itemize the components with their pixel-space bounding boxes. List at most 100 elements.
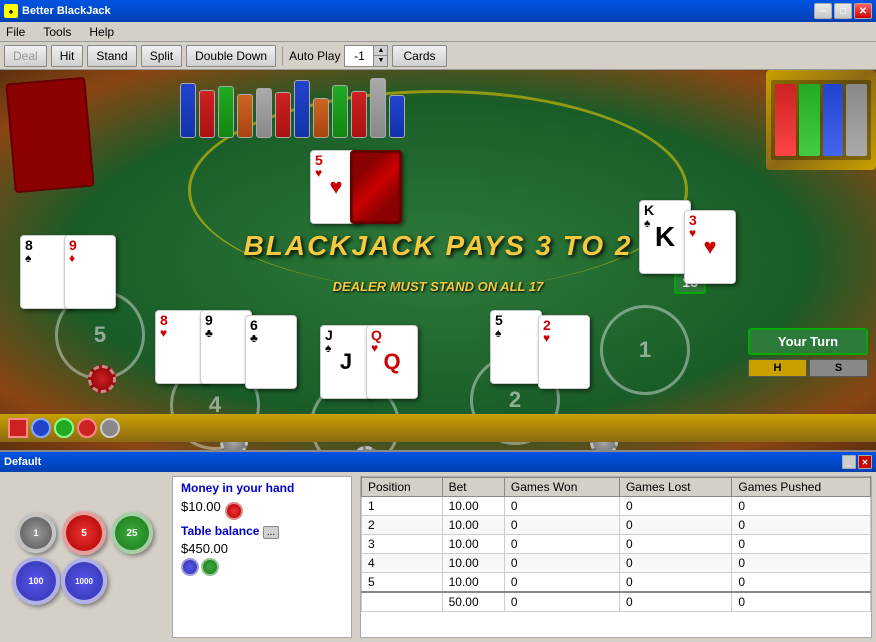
hit-button[interactable]: Hit [51, 45, 84, 67]
autoplay-spinner[interactable]: ▲ ▼ [344, 45, 388, 67]
info-panel-title: Default [4, 456, 41, 468]
chip-stack-red2 [275, 92, 291, 138]
chip-stack-blue2 [294, 80, 310, 138]
double-down-button[interactable]: Double Down [186, 45, 276, 67]
row-bet: 10.00 [442, 554, 504, 573]
dealer-stand-text: DEALER MUST STAND ON ALL 17 [333, 279, 544, 294]
chip-display: 1 5 25 100 1000 [14, 511, 154, 603]
table-row: 4 10.00 0 0 0 [362, 554, 871, 573]
rail-chip-1 [8, 418, 28, 438]
balance-chip-green [201, 558, 219, 576]
minimize-button[interactable]: ─ [814, 3, 832, 19]
chip-1000[interactable]: 1000 [61, 558, 107, 604]
total-label [362, 592, 443, 612]
table-row: 2 10.00 0 0 0 [362, 516, 871, 535]
pos3-card-2-rank: Q [371, 328, 382, 342]
toolbar-separator [282, 47, 283, 65]
row-bet: 10.00 [442, 516, 504, 535]
row-won: 0 [504, 535, 619, 554]
stats-total-row: 50.00 0 0 0 [362, 592, 871, 612]
dealer-card-1-center: ♥ [329, 174, 342, 200]
dealer-card-1-suit: ♥ [315, 167, 322, 179]
pos3-card-1-rank: J [325, 328, 333, 342]
tray-chip-blue [823, 84, 844, 156]
money-in-hand-amount: $10.00 [181, 499, 221, 514]
titlebar-buttons: ─ □ ✕ [814, 3, 872, 19]
pos4-card-3-rank: 6 [250, 318, 258, 332]
col-bet: Bet [442, 478, 504, 497]
spin-down-button[interactable]: ▼ [373, 56, 387, 66]
info-minimize-button[interactable]: _ [842, 455, 856, 469]
menu-file[interactable]: File [2, 23, 29, 41]
cards-button[interactable]: Cards [392, 45, 446, 67]
chip-stack-blue3 [389, 95, 405, 138]
row-position: 4 [362, 554, 443, 573]
table-row: 1 10.00 0 0 0 [362, 497, 871, 516]
close-button[interactable]: ✕ [854, 3, 872, 19]
maximize-button[interactable]: □ [834, 3, 852, 19]
menu-tools[interactable]: Tools [39, 23, 75, 41]
menu-help[interactable]: Help [85, 23, 118, 41]
info-tb-buttons: _ ✕ [842, 455, 872, 469]
info-panel: Default _ ✕ 1 5 25 100 1000 Money in you… [0, 450, 876, 642]
row-lost: 0 [619, 497, 731, 516]
pos5-card-2-suit: ♦ [69, 252, 75, 264]
row-lost: 0 [619, 516, 731, 535]
chip-stack-red1 [199, 90, 215, 138]
hit-indicator[interactable]: H [748, 359, 807, 377]
stand-button[interactable]: Stand [87, 45, 136, 67]
pos2-card-1-rank: 5 [495, 313, 503, 327]
titlebar-left: ♠ Better BlackJack [4, 4, 111, 18]
pos4-card-1-suit: ♥ [160, 327, 167, 339]
dealer-card-2 [350, 150, 402, 224]
chip-tray-inner [771, 80, 871, 160]
pos5-card-2: 9 ♦ [64, 235, 116, 309]
chip-stack-red3 [351, 91, 367, 138]
stand-indicator[interactable]: S [809, 359, 868, 377]
deal-button[interactable]: Deal [4, 45, 47, 67]
tray-chip-green [799, 84, 820, 156]
chip-100[interactable]: 100 [12, 557, 60, 605]
row-pushed: 0 [732, 516, 871, 535]
info-close-button[interactable]: ✕ [858, 455, 872, 469]
total-bet: 50.00 [442, 592, 504, 612]
pos5-card-2-rank: 9 [69, 238, 77, 252]
deck-box [5, 77, 94, 194]
queen-center: Q [383, 349, 400, 375]
row-lost: 0 [619, 573, 731, 593]
row-pushed: 0 [732, 497, 871, 516]
chip-stack-orange [237, 94, 253, 138]
row-won: 0 [504, 516, 619, 535]
col-games-lost: Games Lost [619, 478, 731, 497]
money-in-hand-label: Money in your hand [181, 481, 343, 495]
position-1-label: 1 [639, 337, 651, 363]
jack-center: J [340, 349, 352, 375]
chip-1[interactable]: 1 [16, 513, 56, 553]
table-balance-config-button[interactable]: ... [263, 526, 279, 539]
chip-stack-orange2 [313, 98, 329, 138]
chip-25[interactable]: 25 [111, 512, 153, 554]
stats-table: Position Bet Games Won Games Lost Games … [361, 477, 871, 612]
row-lost: 0 [619, 535, 731, 554]
hand-chip-icon [225, 502, 243, 520]
row-won: 0 [504, 554, 619, 573]
spin-buttons: ▲ ▼ [373, 46, 387, 66]
autoplay-input[interactable] [345, 46, 373, 66]
row-won: 0 [504, 497, 619, 516]
dealer-card-1-rank: 5 [315, 153, 323, 167]
row-lost: 0 [619, 554, 731, 573]
split-button[interactable]: Split [141, 45, 182, 67]
row-bet: 10.00 [442, 535, 504, 554]
pos2-card-2-rank: 2 [543, 318, 551, 332]
pos3-card-1-suit: ♠ [325, 342, 331, 354]
pos4-card-2-suit: ♣ [205, 327, 213, 339]
row-pushed: 0 [732, 535, 871, 554]
position-1-circle[interactable]: 1 [600, 305, 690, 395]
app-icon: ♠ [4, 4, 18, 18]
spin-up-button[interactable]: ▲ [373, 46, 387, 56]
chip-5[interactable]: 5 [62, 511, 106, 555]
balance-chip-blue [181, 558, 199, 576]
menubar: File Tools Help [0, 22, 876, 42]
col-games-won: Games Won [504, 478, 619, 497]
rail-chip-4 [77, 418, 97, 438]
